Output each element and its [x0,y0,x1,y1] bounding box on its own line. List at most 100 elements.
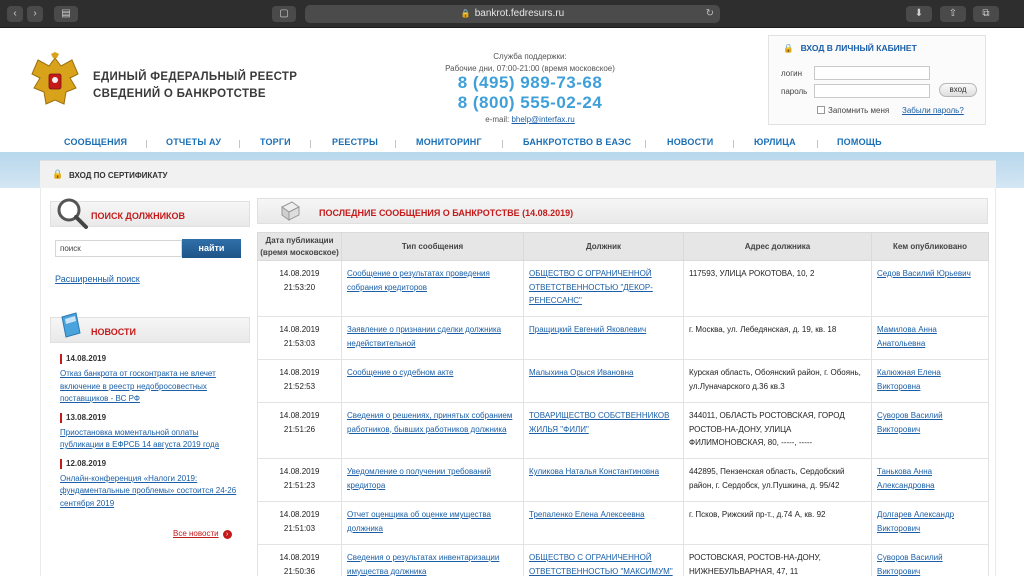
message-type-link[interactable]: Сведения о результатах инвентаризации им… [347,553,499,576]
publisher-link[interactable]: Долгарев Александр Викторович [877,510,954,533]
debtor-cell: ОБЩЕСТВО С ОГРАНИЧЕННОЙ ОТВЕТСТВЕННОСТЬЮ… [523,544,684,576]
share-button[interactable]: ⇧ [940,6,966,22]
nav-item-eaeu[interactable]: БАНКРОТСТВО В ЕАЭС [523,137,631,147]
support-phone-1[interactable]: 8 (495) 989-73-68 [430,73,630,93]
back-button[interactable]: ‹ [7,6,23,22]
nav-item-help[interactable]: ПОМОЩЬ [837,137,882,147]
publisher-link[interactable]: Калюжная Елена Викторовна [877,368,941,391]
sidebar-toggle-button[interactable]: ▤ [54,6,78,22]
time: 21:51:03 [283,523,316,533]
download-button[interactable]: ⬇ [906,6,932,22]
debtor-link[interactable]: Куликова Наталья Константиновна [529,467,659,476]
debtor-link[interactable]: Трепаленко Елена Алексеевна [529,510,645,519]
publisher-link[interactable]: Суворов Василий Викторович [877,553,943,576]
nav-item-messages[interactable]: СООБЩЕНИЯ [64,137,127,147]
debtor-link[interactable]: ОБЩЕСТВО С ОГРАНИЧЕННОЙ ОТВЕТСТВЕННОСТЬЮ… [529,269,653,305]
password-input[interactable] [814,84,930,98]
debtor-cell: Куликова Наталья Константиновна [523,458,684,502]
nav-separator [395,140,396,148]
search-button[interactable]: найти [182,239,241,258]
news-list: 14.08.2019 Отказ банкрота от госконтракт… [60,354,240,517]
search-input[interactable]: поиск [55,240,182,257]
login-panel: 🔒 ВХОД В ЛИЧНЫЙ КАБИНЕТ логин пароль вход… [768,35,986,125]
news-date: 14.08.2019 [60,354,240,364]
message-type-link[interactable]: Уведомление о получении требований креди… [347,467,491,490]
debtor-cell: ТОВАРИЩЕСТВО СОБСТВЕННИКОВ ЖИЛЬЯ "ФИЛИ" [523,402,684,459]
certificate-login-link[interactable]: ВХОД ПО СЕРТИФИКАТУ [69,171,168,180]
login-title[interactable]: ВХОД В ЛИЧНЫЙ КАБИНЕТ [801,43,917,53]
publisher-link[interactable]: Танькова Анна Александровна [877,467,935,490]
publisher-cell: Танькова Анна Александровна [871,458,989,502]
reload-icon[interactable]: ↻ [706,5,714,23]
advanced-search-link[interactable]: Расширенный поиск [55,274,140,284]
coat-of-arms-logo[interactable] [26,52,84,112]
nav-separator [645,140,646,148]
debtor-link[interactable]: Малыхина Орыся Ивановна [529,368,634,377]
support-phone-2[interactable]: 8 (800) 555-02-24 [430,93,630,113]
column-publisher: Кем опубликовано [871,232,989,261]
debtor-link[interactable]: ТОВАРИЩЕСТВО СОБСТВЕННИКОВ ЖИЛЬЯ "ФИЛИ" [529,411,669,434]
support-email-link[interactable]: bhelp@interfax.ru [511,115,574,124]
table-row: 14.08.2019 21:51:23 Уведомление о получен… [257,458,989,502]
lock-icon: 🔒 [460,9,471,18]
time: 21:52:53 [283,381,316,391]
nav-item-reports[interactable]: ОТЧЕТЫ АУ [166,137,221,147]
nav-separator [146,140,147,148]
lock-icon: 🔒 [52,169,64,179]
forward-button[interactable]: › [27,6,43,22]
publisher-link[interactable]: Мамилова Анна Анатольевна [877,325,937,348]
debtor-cell: Трепаленко Елена Алексеевна [523,501,684,545]
news-link[interactable]: Онлайн-конференция «Налоги 2019: фундаме… [60,473,240,511]
nav-separator [310,140,311,148]
address-cell: 442895, Пензенская область, Сердобский р… [683,458,872,502]
nav-item-registries[interactable]: РЕЕСТРЫ [332,137,378,147]
page: ЕДИНЫЙ ФЕДЕРАЛЬНЫЙ РЕЕСТР СВЕДЕНИЙ О БАН… [0,28,1024,576]
debtor-link[interactable]: Пращицкий Евгений Яковлевич [529,325,646,334]
publisher-link[interactable]: Суворов Василий Викторович [877,411,943,434]
publisher-cell: Седов Василий Юрьевич [871,260,989,317]
date: 14.08.2019 [279,368,320,377]
nav-item-auctions[interactable]: ТОРГИ [260,137,291,147]
message-type-link[interactable]: Сообщение о результатах проведения собра… [347,269,490,292]
date-cell: 14.08.2019 21:53:20 [257,260,342,317]
address-cell: Курская область, Обоянский район, г. Обо… [683,359,872,403]
nav-item-legal-entities[interactable]: ЮРЛИЦА [754,137,796,147]
login-button[interactable]: вход [939,83,977,97]
debtor-link[interactable]: ОБЩЕСТВО С ОГРАНИЧЕННОЙ ОТВЕТСТВЕННОСТЬЮ… [529,553,673,576]
time: 21:53:20 [283,282,316,292]
publisher-cell: Мамилова Анна Анатольевна [871,316,989,360]
tab-overview-button[interactable]: ▢ [272,6,296,22]
message-type-link[interactable]: Сведения о решениях, принятых собранием … [347,411,512,434]
date: 14.08.2019 [279,553,320,562]
browser-toolbar: ‹ › ▤ ▢ 🔒 bankrot.fedresurs.ru ↻ ⬇ ⇧ ⧉ [0,0,1024,28]
tabs-button[interactable]: ⧉ [973,6,999,22]
nav-item-news[interactable]: НОВОСТИ [667,137,713,147]
type-cell: Заявление о признании сделки должника не… [341,316,524,360]
news-link[interactable]: Приостановка моментальной оплаты публика… [60,427,240,452]
date-cell: 14.08.2019 21:51:03 [257,501,342,545]
main-nav: СООБЩЕНИЯ ОТЧЕТЫ АУ ТОРГИ РЕЕСТРЫ МОНИТО… [40,132,996,154]
news-title: НОВОСТИ [91,327,137,337]
table-row: 14.08.2019 21:51:03 Отчет оценщика об оце… [257,501,989,545]
address-bar[interactable]: 🔒 bankrot.fedresurs.ru ↻ [305,5,720,23]
message-type-link[interactable]: Сообщение о судебном акте [347,368,453,377]
address-cell: г. Псков, Рижский пр-т., д.74 А, кв. 92 [683,501,872,545]
remember-checkbox[interactable] [817,106,825,114]
remember-me[interactable]: Запомнить меня [817,106,889,115]
publisher-link[interactable]: Седов Василий Юрьевич [877,269,971,278]
date: 14.08.2019 [279,411,320,420]
url-text: bankrot.fedresurs.ru [474,8,565,19]
forgot-password-link[interactable]: Забыли пароль? [902,106,964,115]
message-type-link[interactable]: Отчет оценщика об оценке имущества должн… [347,510,491,533]
document-stack-icon [281,201,300,221]
address-cell: РОСТОВСКАЯ, РОСТОВ-НА-ДОНУ, НИЖНЕБУЛЬВАР… [683,544,872,576]
nav-item-monitoring[interactable]: МОНИТОРИНГ [416,137,482,147]
all-news-link[interactable]: Все новости › [173,529,232,539]
newspaper-icon [61,312,81,338]
login-input[interactable] [814,66,930,80]
arrow-right-icon: › [222,530,232,539]
message-type-link[interactable]: Заявление о признании сделки должника не… [347,325,501,348]
support-block: Служба поддержки: Рабочие дни, 07:00-21:… [430,52,630,124]
address-cell: г. Москва, ул. Лебедянская, д. 19, кв. 1… [683,316,872,360]
news-link[interactable]: Отказ банкрота от госконтракта не влечет… [60,368,240,406]
